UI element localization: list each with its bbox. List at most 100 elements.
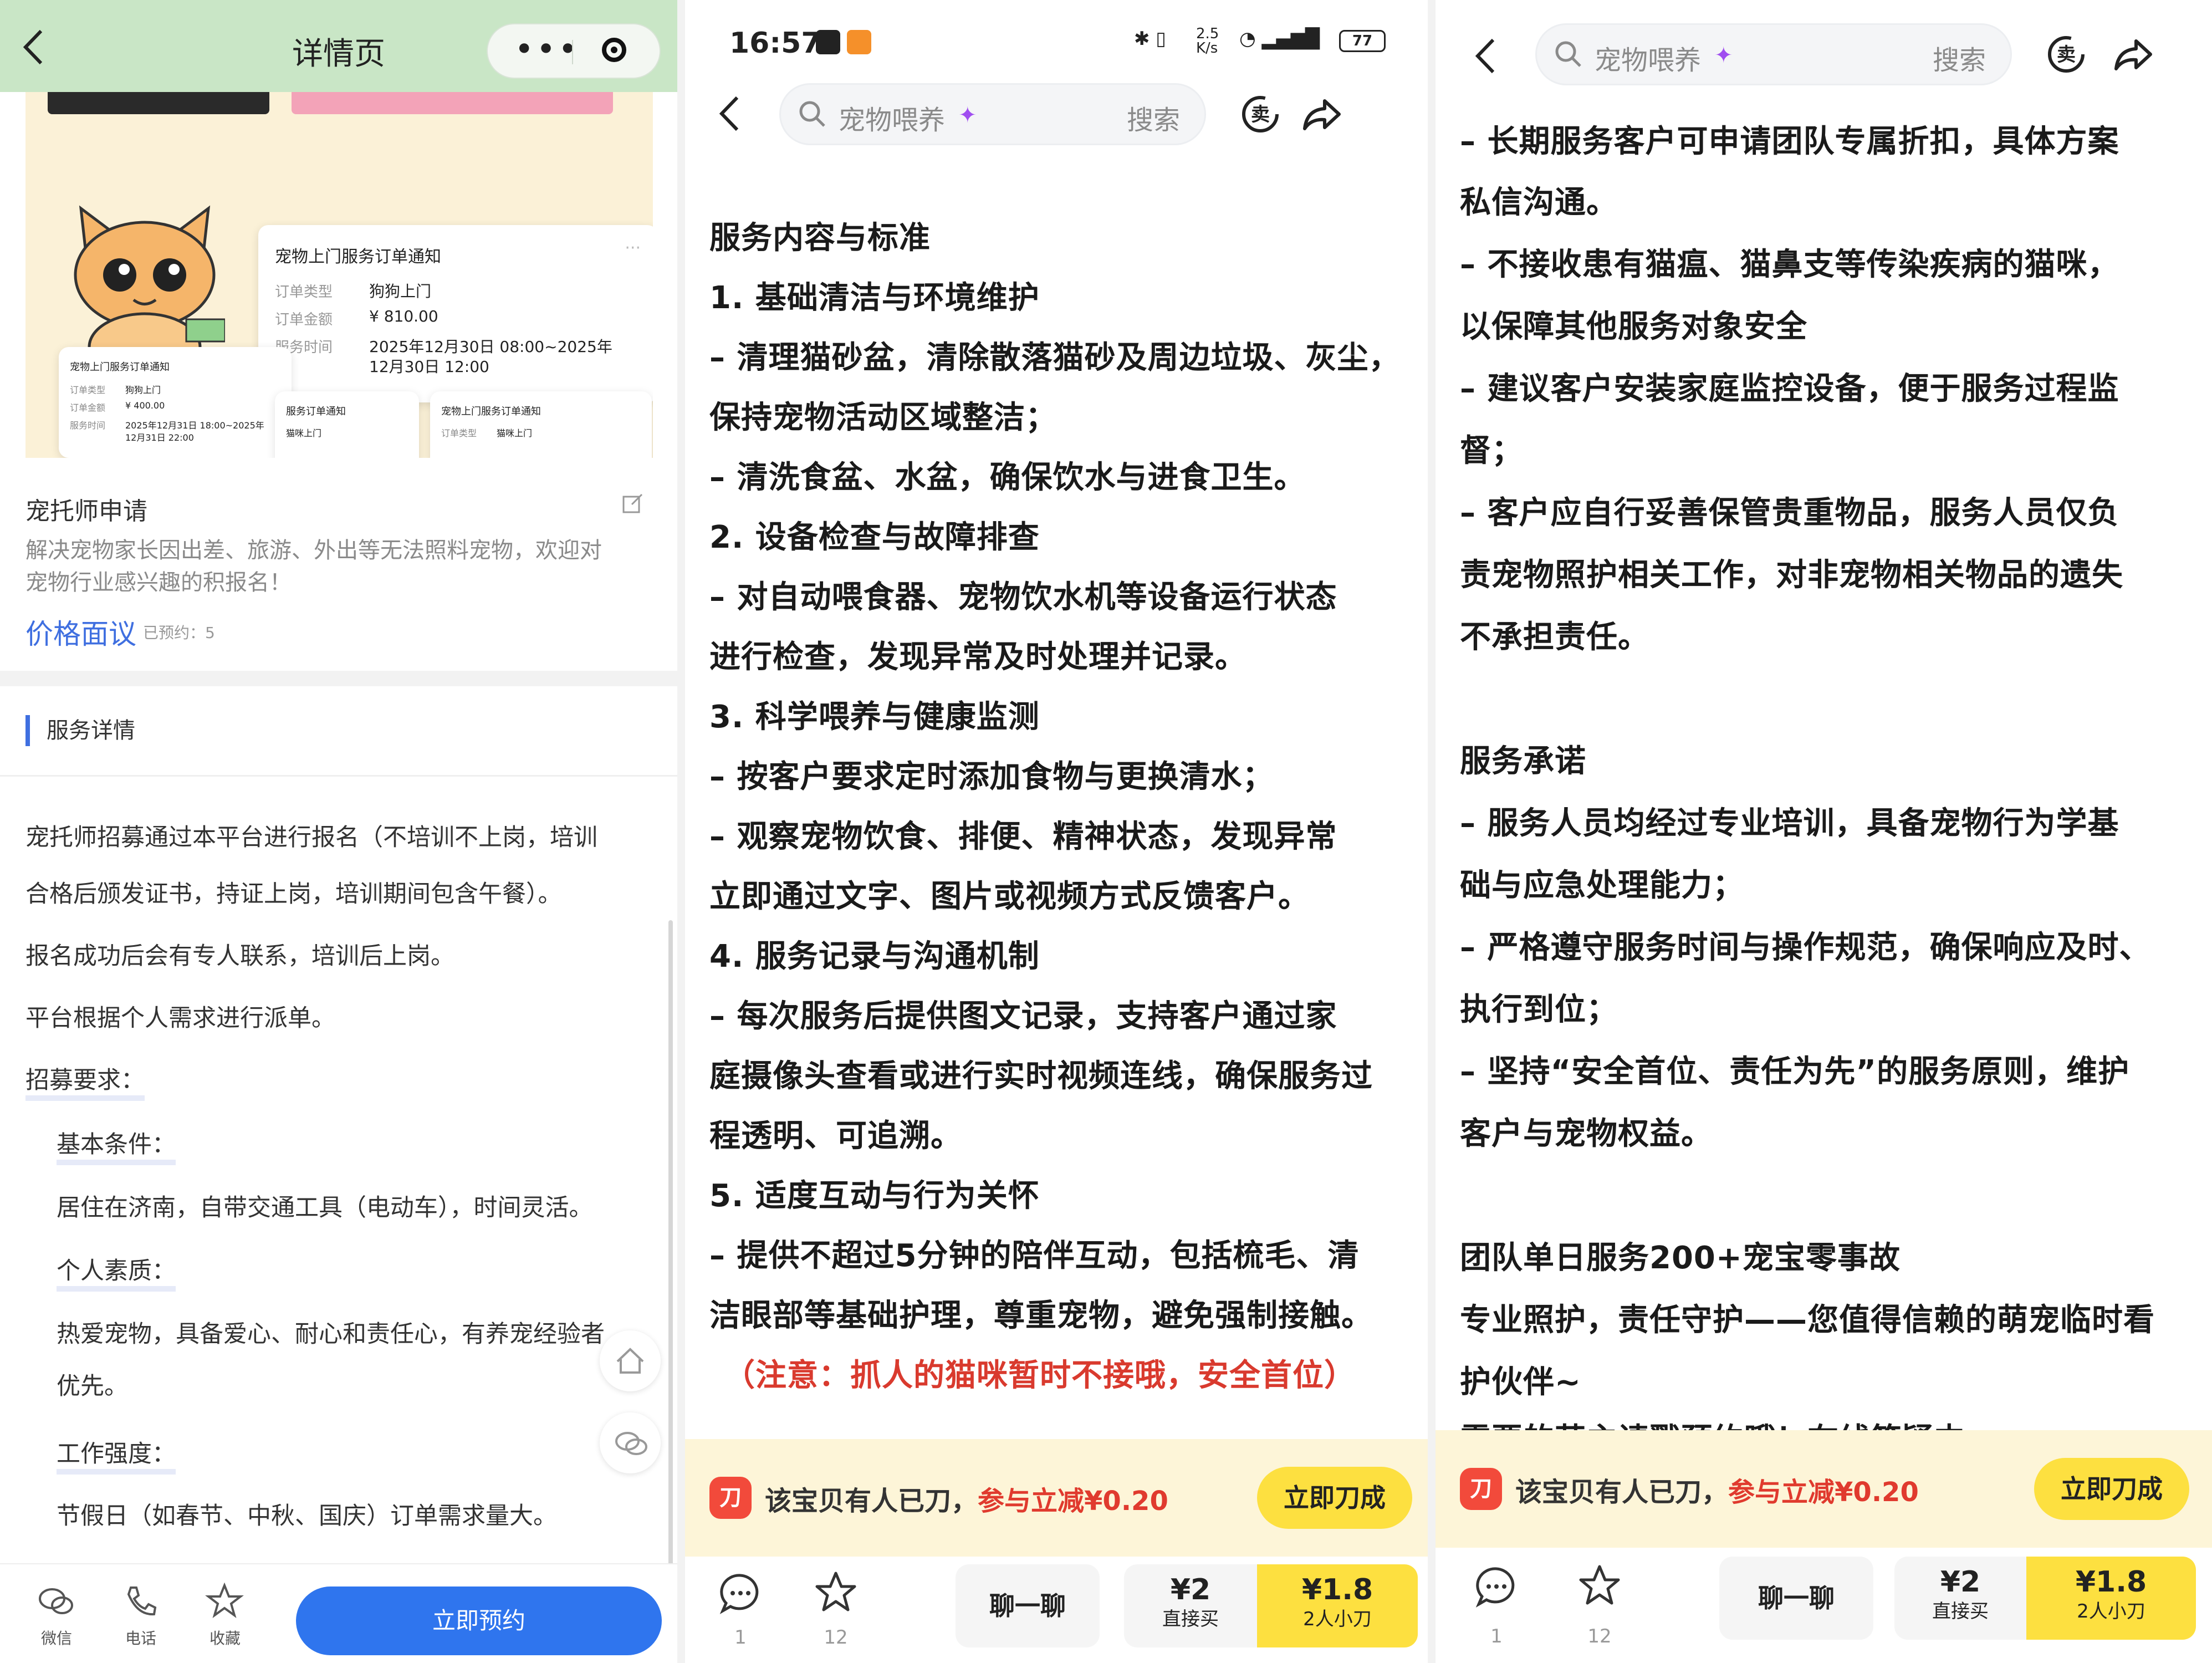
bargain-now-button[interactable]: 立即刀成 xyxy=(1257,1467,1412,1529)
wechat-icon[interactable] xyxy=(37,1582,75,1621)
section-title: 服务详情 xyxy=(25,715,135,746)
home-float-button[interactable] xyxy=(600,1330,661,1391)
service-description: 解决宠物家长因出差、旅游、外出等无法照料宠物，欢迎对 宠物行业感兴趣的积报名！ xyxy=(25,534,652,599)
content-line: 洁眼部等基础护理，尊重宠物，避免强制接触。 xyxy=(709,1298,1373,1334)
content-line: 4. 服务记录与沟通机制 xyxy=(709,938,1040,975)
comment-count: 1 xyxy=(1490,1625,1503,1647)
favorite-star-icon[interactable] xyxy=(814,1570,858,1614)
search-placeholder: 宠物喂养 xyxy=(1595,45,1702,76)
search-icon xyxy=(1555,41,1581,67)
bargain-now-button[interactable]: 立即刀成 xyxy=(2034,1458,2189,1520)
group-price: ¥1.8 xyxy=(2075,1565,2147,1599)
group-bargain-button[interactable]: ¥1.8 2人小刀 xyxy=(2026,1557,2196,1640)
card-label: 服务时间 xyxy=(70,420,106,431)
content-line: 节假日（如春节、中秋、国庆）订单需求量大。 xyxy=(57,1502,557,1530)
content-line: 招募要求： xyxy=(25,1061,145,1101)
promo-message: 该宝贝有人已刀， xyxy=(1515,1477,1729,1508)
more-menu-button[interactable]: ••• xyxy=(514,30,580,69)
back-icon[interactable] xyxy=(1474,37,1496,82)
order-notice-card-small: 宠物上门服务订单通知 订单类型 猫咪上门 xyxy=(430,391,652,458)
content-line: 进行检查，发现异常及时处理并记录。 xyxy=(709,639,1247,675)
bluetooth-vibrate-icon: ✱ ▯ xyxy=(1134,28,1167,50)
content-line: 工作强度： xyxy=(57,1435,176,1475)
content-line: 基本条件： xyxy=(57,1125,176,1165)
group-bargain-button[interactable]: ¥1.8 2人小刀 xyxy=(1257,1564,1418,1647)
content-line: – 对自动喂食器、宠物饮水机等设备运行状态 xyxy=(709,579,1337,615)
tab-label[interactable]: 微信 xyxy=(29,1626,84,1649)
group-label: 2人小刀 xyxy=(2077,1600,2145,1623)
card-title: 宠物上门服务订单通知 xyxy=(441,406,541,417)
favorite-count: 12 xyxy=(824,1626,848,1649)
content-line: – 不接收患有猫瘟、猫鼻支等传染疾病的猫咪， xyxy=(1460,247,2119,283)
content-line: 3. 科学喂养与健康监测 xyxy=(709,699,1040,735)
card-title: 服务订单通知 xyxy=(286,406,346,417)
content-line: – 建议客户安装家庭监控设备，便于服务过程监 xyxy=(1460,371,2119,407)
app-notification-icon xyxy=(847,30,871,54)
tab-label[interactable]: 电话 xyxy=(113,1626,168,1649)
card-value: 12月30日 12:00 xyxy=(369,358,489,376)
content-line: – 长期服务客户可申请团队专属折扣，具体方案 xyxy=(1460,124,2119,160)
sell-icon[interactable]: 卖 xyxy=(1239,93,1281,135)
group-label: 2人小刀 xyxy=(1303,1608,1372,1630)
content-line: – 客户应自行妥善保管贵重物品，服务人员仅负 xyxy=(1460,495,2119,531)
content-line: 平台根据个人需求进行派单。 xyxy=(25,1004,335,1032)
battery-indicator: 77 xyxy=(1339,30,1386,52)
promo-text: 该宝贝有人已刀，参与立减¥0.20 xyxy=(765,1479,1168,1518)
direct-buy-price: ¥2 xyxy=(1940,1565,1981,1599)
content-line: 执行到位； xyxy=(1460,992,1618,1028)
miniapp-capsule: ••• xyxy=(487,23,661,79)
comment-icon[interactable] xyxy=(718,1571,763,1615)
promo-text: 该宝贝有人已刀，参与立减¥0.20 xyxy=(1515,1470,1919,1509)
phone-icon[interactable] xyxy=(121,1582,160,1621)
content-heading: 服务承诺 xyxy=(1460,743,1586,779)
content-line: – 坚持“安全首位、责任为先”的服务原则，维护 xyxy=(1460,1054,2130,1090)
favorite-star-icon[interactable] xyxy=(1577,1563,1622,1608)
card-label: 订单类型 xyxy=(275,284,333,300)
notice-line: （注意：抓人的猫咪暂时不接哦，安全首位） xyxy=(724,1358,1356,1394)
comment-icon[interactable] xyxy=(1474,1564,1519,1609)
content-line: – 服务人员均经过专业培训，具备宠物行为学基 xyxy=(1460,805,2119,841)
search-button[interactable]: 搜索 xyxy=(1127,98,1180,137)
capsule-divider xyxy=(572,40,573,64)
share-icon[interactable] xyxy=(1300,93,1342,135)
reserve-button[interactable]: 立即预约 xyxy=(296,1587,662,1655)
chat-button[interactable]: 聊一聊 xyxy=(1719,1557,1873,1640)
wifi-signal-icon: ◔ ▂▄▆█ xyxy=(1239,28,1320,50)
card-title: 宠物上门服务订单通知 xyxy=(275,247,441,267)
direct-buy-price: ¥2 xyxy=(1170,1573,1211,1606)
listing-detail-panel-scrolled: 宠物喂养 ✦ 搜索 卖 – 长期服务客户可申请团队专属折扣，具体方案 私信沟通。… xyxy=(1428,0,2212,1663)
close-miniapp-icon[interactable] xyxy=(602,38,626,62)
content-line: – 观察宠物饮食、排便、精神状态，发现异常 xyxy=(709,819,1337,855)
bottom-action-bar: 微信 电话 收藏 立即预约 xyxy=(0,1563,677,1663)
alarm-icon xyxy=(816,30,840,54)
content-line: 护伙伴~ xyxy=(1460,1364,1581,1400)
sell-icon[interactable]: 卖 xyxy=(2045,33,2087,75)
content-line: 热爱宠物，具备爱心、耐心和责任心，有养宠经验者 xyxy=(57,1320,605,1348)
back-icon[interactable] xyxy=(718,94,740,140)
direct-buy-label: 直接买 xyxy=(1932,1600,1989,1623)
comment-count: 1 xyxy=(734,1626,747,1649)
banner-headline-graphic xyxy=(25,92,653,125)
content-line: 5. 适度互动与行为关怀 xyxy=(709,1178,1040,1214)
direct-buy-button[interactable]: ¥2 直接买 xyxy=(1894,1557,2026,1640)
search-button[interactable]: 搜索 xyxy=(1933,38,1986,77)
chat-button[interactable]: 聊一聊 xyxy=(956,1564,1100,1647)
direct-buy-button[interactable]: ¥2 直接买 xyxy=(1124,1564,1257,1647)
share-icon[interactable] xyxy=(2112,33,2154,75)
card-label: 订单类型 xyxy=(441,428,477,438)
scrollbar[interactable] xyxy=(668,920,673,1663)
content-line: 居住在济南，自带交通工具（电动车），时间灵活。 xyxy=(57,1194,593,1222)
content-line: – 每次服务后提供图文记录，支持客户通过家 xyxy=(709,998,1337,1034)
chat-float-button[interactable] xyxy=(600,1412,661,1473)
tab-label[interactable]: 收藏 xyxy=(197,1626,253,1649)
promo-discount: 参与立减¥0.20 xyxy=(1728,1477,1919,1508)
group-price: ¥1.8 xyxy=(1301,1573,1373,1606)
listing-detail-panel: 16:57 ✱ ▯ 2.5 K/s ◔ ▂▄▆█ 77 宠物喂养 ✦ 搜索 卖 … xyxy=(677,0,1428,1663)
share-edit-icon[interactable] xyxy=(622,492,644,514)
star-icon[interactable] xyxy=(205,1582,244,1621)
search-bar[interactable]: 宠物喂养 ✦ 搜索 xyxy=(1535,23,2012,85)
content-line: 立即通过文字、图片或视频方式反馈客户。 xyxy=(709,879,1310,915)
miniapp-detail-panel: 详情页 ••• 宠物上门服务订单通知 ··· 订单类型 狗狗上门 订单金额 ¥ xyxy=(0,0,677,1663)
bottom-purchase-bar: 1 12 聊一聊 ¥2 直接买 ¥1.8 2人小刀 xyxy=(685,1557,1428,1663)
search-bar[interactable]: 宠物喂养 ✦ 搜索 xyxy=(779,83,1206,145)
